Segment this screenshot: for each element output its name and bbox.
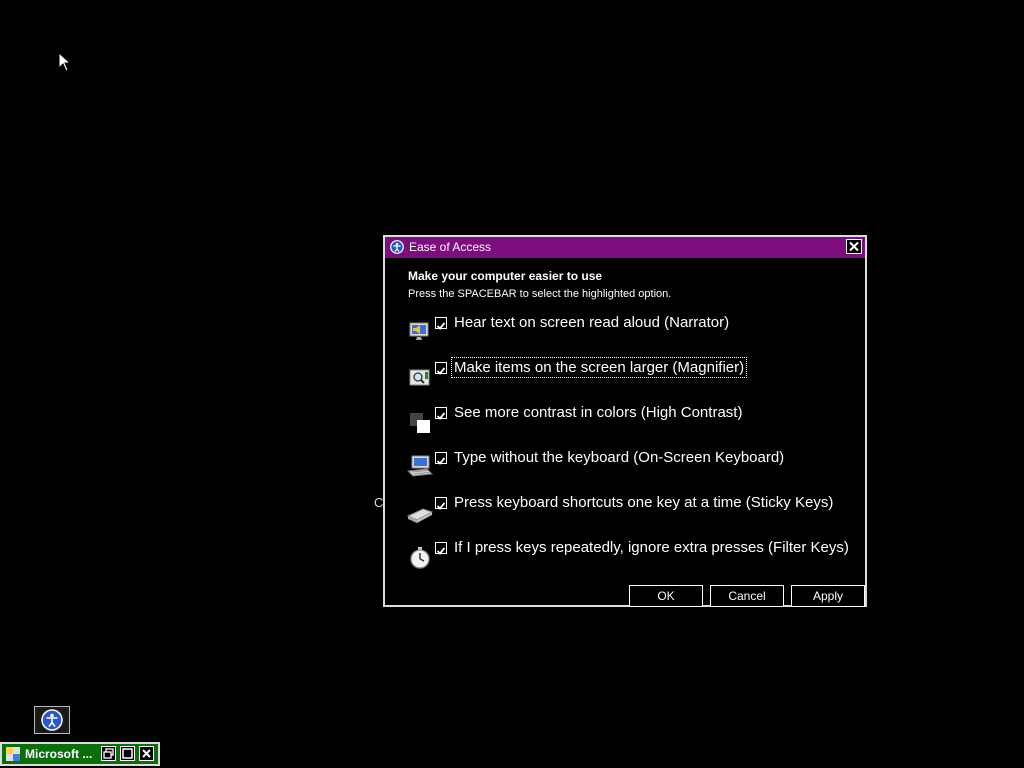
maximize-icon — [122, 748, 133, 759]
on-screen-keyboard-label: Type without the keyboard (On-Screen Key… — [454, 449, 785, 466]
narrator-checkbox[interactable] — [435, 317, 447, 330]
option-magnifier[interactable]: Make items on the screen larger (Magnifi… — [405, 357, 865, 396]
close-icon — [849, 241, 859, 252]
magnifier-label: Make items on the screen larger (Magnifi… — [450, 357, 748, 378]
high-contrast-label: See more contrast in colors (High Contra… — [454, 404, 743, 421]
narrator-icon — [409, 322, 429, 340]
background-text-fragment: C — [374, 495, 384, 510]
magnifier-icon — [409, 369, 430, 386]
checkmark-icon — [436, 412, 446, 420]
filter-keys-label: If I press keys repeatedly, ignore extra… — [454, 539, 849, 556]
ease-of-access-dialog: Ease of Access Make your computer easier… — [383, 235, 867, 607]
narrator-label: Hear text on screen read aloud (Narrator… — [454, 314, 730, 331]
checkmark-icon — [436, 322, 446, 330]
on-screen-keyboard-icon — [407, 455, 433, 477]
checkmark-icon — [436, 547, 446, 555]
ease-of-access-icon — [390, 240, 404, 254]
ok-button[interactable]: OK — [629, 585, 703, 607]
taskbar-window-button[interactable]: Microsoft ... — [0, 742, 160, 766]
option-on-screen-keyboard[interactable]: Type without the keyboard (On-Screen Key… — [405, 449, 865, 486]
on-screen-keyboard-checkbox[interactable] — [435, 452, 447, 465]
option-narrator[interactable]: Hear text on screen read aloud (Narrator… — [405, 314, 865, 351]
dialog-heading: Make your computer easier to use — [408, 269, 603, 283]
option-filter-keys[interactable]: If I press keys repeatedly, ignore extra… — [405, 539, 865, 576]
sticky-keys-label: Press keyboard shortcuts one key at a ti… — [454, 494, 834, 511]
close-icon — [142, 749, 151, 758]
application-icon — [6, 747, 20, 761]
checkmark-icon — [436, 502, 446, 510]
cancel-button[interactable]: Cancel — [710, 585, 784, 607]
dialog-titlebar[interactable]: Ease of Access — [385, 237, 865, 259]
ease-of-access-tray-button[interactable] — [34, 706, 70, 734]
restore-icon — [103, 748, 114, 759]
option-sticky-keys[interactable]: Press keyboard shortcuts one key at a ti… — [405, 494, 865, 531]
filter-keys-checkbox[interactable] — [435, 542, 447, 555]
sticky-keys-icon — [407, 508, 433, 523]
ease-of-access-icon — [41, 709, 63, 731]
option-high-contrast[interactable]: See more contrast in colors (High Contra… — [405, 404, 865, 441]
checkmark-icon — [436, 457, 446, 465]
high-contrast-checkbox[interactable] — [435, 407, 447, 420]
taskbar-window-label: Microsoft ... — [25, 747, 93, 761]
mouse-cursor-icon — [58, 52, 72, 72]
checkmark-icon — [436, 367, 446, 375]
restore-button[interactable] — [101, 746, 116, 761]
taskbar-close-button[interactable] — [139, 746, 154, 761]
apply-button[interactable]: Apply — [791, 585, 865, 607]
filter-keys-icon — [410, 547, 430, 569]
dialog-instruction: Press the SPACEBAR to select the highlig… — [408, 288, 672, 300]
sticky-keys-checkbox[interactable] — [435, 497, 447, 510]
close-button[interactable] — [846, 239, 862, 254]
high-contrast-icon — [410, 413, 430, 433]
dialog-title: Ease of Access — [409, 240, 492, 254]
maximize-button[interactable] — [120, 746, 135, 761]
magnifier-checkbox[interactable] — [435, 362, 447, 375]
